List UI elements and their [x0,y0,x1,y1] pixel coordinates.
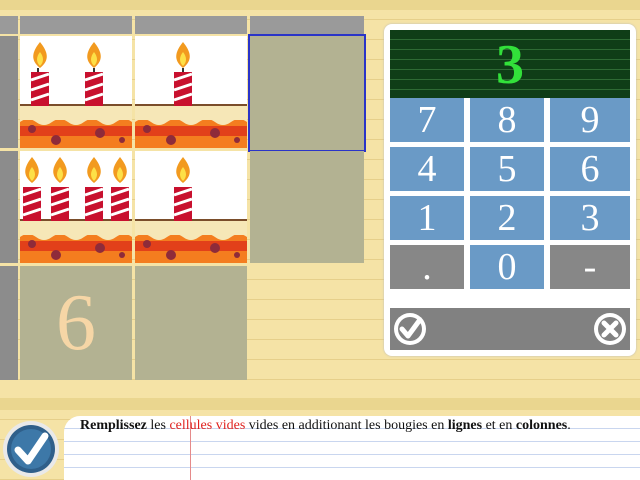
validate-check-icon[interactable] [2,420,60,478]
instruction-part: . [567,418,571,433]
keypad-panel: 3 7 8 9 4 5 6 1 2 3 . 0 - [384,24,636,356]
instruction-rows: lignes [447,418,483,433]
corner-header [0,16,18,34]
cake-two-candles [20,42,132,148]
filled-cell-total-c1: 6 [20,266,132,380]
key-5[interactable]: 5 [470,147,544,191]
column-header-1 [20,16,132,34]
key-3[interactable]: 3 [550,196,630,240]
check-icon[interactable] [392,311,428,347]
key-8[interactable]: 8 [470,98,544,142]
key-decimal[interactable]: . [390,245,464,289]
row-header-1 [0,36,18,148]
empty-cell-r2-total[interactable] [250,151,364,263]
instruction-highlight: cellules vides [169,418,246,433]
keypad-display: 3 [390,30,630,98]
empty-cell-total-c2[interactable] [135,266,247,380]
close-icon[interactable] [592,311,628,347]
top-stripe [0,0,640,10]
empty-cell-r1-total[interactable] [248,34,366,152]
instruction-verb: Remplissez [80,418,147,433]
key-4[interactable]: 4 [390,147,464,191]
instruction-part: et en [482,418,516,433]
column-header-2 [135,16,247,34]
key-7[interactable]: 7 [390,98,464,142]
instruction-part: les [146,418,170,433]
cake-cell-r2c1 [20,151,132,263]
key-1[interactable]: 1 [390,196,464,240]
bottom-stripe [0,398,640,410]
row-header-2 [0,151,18,263]
key-minus[interactable]: - [550,245,630,289]
key-0[interactable]: 0 [470,245,544,289]
column-header-total [250,16,364,34]
instruction-columns: colonnes [515,418,568,433]
key-2[interactable]: 2 [470,196,544,240]
cake-cell-r1c1 [20,36,132,148]
cake-cell-r1c2 [135,36,247,148]
row-header-total [0,266,18,380]
cake-four-candles [20,157,132,263]
key-9[interactable]: 9 [550,98,630,142]
cake-cell-r2c2 [135,151,247,263]
instruction-text: Remplissez les cellules vides vides en a… [80,418,640,434]
cake-one-candle [135,42,247,148]
instruction-part: vides en additionant les bougies en [245,418,448,433]
keypad-footer [390,308,630,350]
cake-one-candle [135,157,247,263]
key-6[interactable]: 6 [550,147,630,191]
